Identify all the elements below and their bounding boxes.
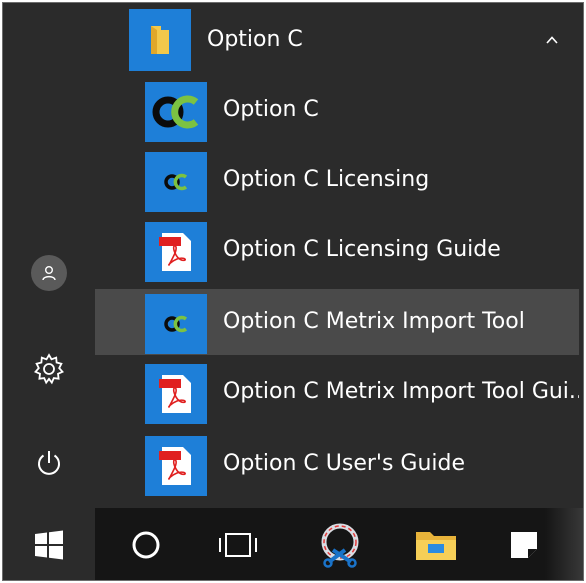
option-c-small-logo-icon xyxy=(164,173,188,191)
power-icon xyxy=(38,451,60,475)
windows-start-icon xyxy=(35,530,63,560)
app-item-label: Option C xyxy=(223,97,319,122)
chevron-up-icon[interactable] xyxy=(545,33,559,47)
app-tile xyxy=(145,364,207,424)
app-item-label: Option C Metrix Import Tool Gui... xyxy=(223,379,579,404)
app-tile xyxy=(145,152,207,212)
snipping-tool-icon xyxy=(321,523,359,568)
app-item-option-c-metrix-import-tool-guide[interactable]: Option C Metrix Import Tool Gui... xyxy=(95,359,579,425)
app-list: Option C Option C Option C Licensing Opt… xyxy=(95,3,583,508)
taskbar xyxy=(3,508,583,580)
cortana-button[interactable] xyxy=(111,508,181,580)
task-view-icon xyxy=(219,533,257,557)
cortana-circle-icon xyxy=(132,531,160,559)
app-item-option-c-metrix-import-tool[interactable]: Option C Metrix Import Tool xyxy=(95,289,579,355)
file-explorer-icon xyxy=(416,532,456,560)
app-tile xyxy=(145,222,207,282)
start-button[interactable] xyxy=(3,508,95,580)
app-group-header[interactable]: Option C xyxy=(95,7,579,73)
app-tile xyxy=(145,82,207,142)
app-item-option-c-licensing-guide[interactable]: Option C Licensing Guide xyxy=(95,217,579,283)
taskbar-edge xyxy=(545,508,583,580)
option-c-logo-icon xyxy=(152,95,199,129)
user-account-button[interactable] xyxy=(25,249,73,297)
app-tile xyxy=(145,436,207,496)
power-button[interactable] xyxy=(25,439,73,487)
pdf-icon xyxy=(159,447,191,485)
settings-gear-icon xyxy=(34,353,64,385)
task-view-button[interactable] xyxy=(203,508,273,580)
app-item-option-c[interactable]: Option C xyxy=(95,77,579,143)
folder-tile xyxy=(129,9,191,71)
app-item-label: Option C Licensing xyxy=(223,167,430,192)
settings-button[interactable] xyxy=(25,345,73,393)
option-c-small-logo-icon xyxy=(164,315,188,333)
app-item-label: Option C Licensing Guide xyxy=(223,237,501,262)
app-item-option-c-users-guide[interactable]: Option C User's Guide xyxy=(95,431,579,497)
app-item-option-c-licensing[interactable]: Option C Licensing xyxy=(95,147,579,213)
app-item-label: Option C User's Guide xyxy=(223,451,466,476)
user-icon xyxy=(31,255,67,291)
start-left-rail xyxy=(3,3,95,508)
pdf-icon xyxy=(159,375,191,413)
app-group-label: Option C xyxy=(207,27,303,52)
app-item-label: Option C Metrix Import Tool xyxy=(223,309,525,334)
file-explorer-button[interactable] xyxy=(401,508,471,580)
pdf-icon xyxy=(159,233,191,271)
app-tile xyxy=(145,294,207,354)
start-menu-window: Option C Option C Option C Licensing Opt… xyxy=(2,2,584,581)
sticky-notes-icon xyxy=(511,532,537,558)
folder-icon xyxy=(151,26,169,54)
snipping-tool-button[interactable] xyxy=(305,508,375,580)
